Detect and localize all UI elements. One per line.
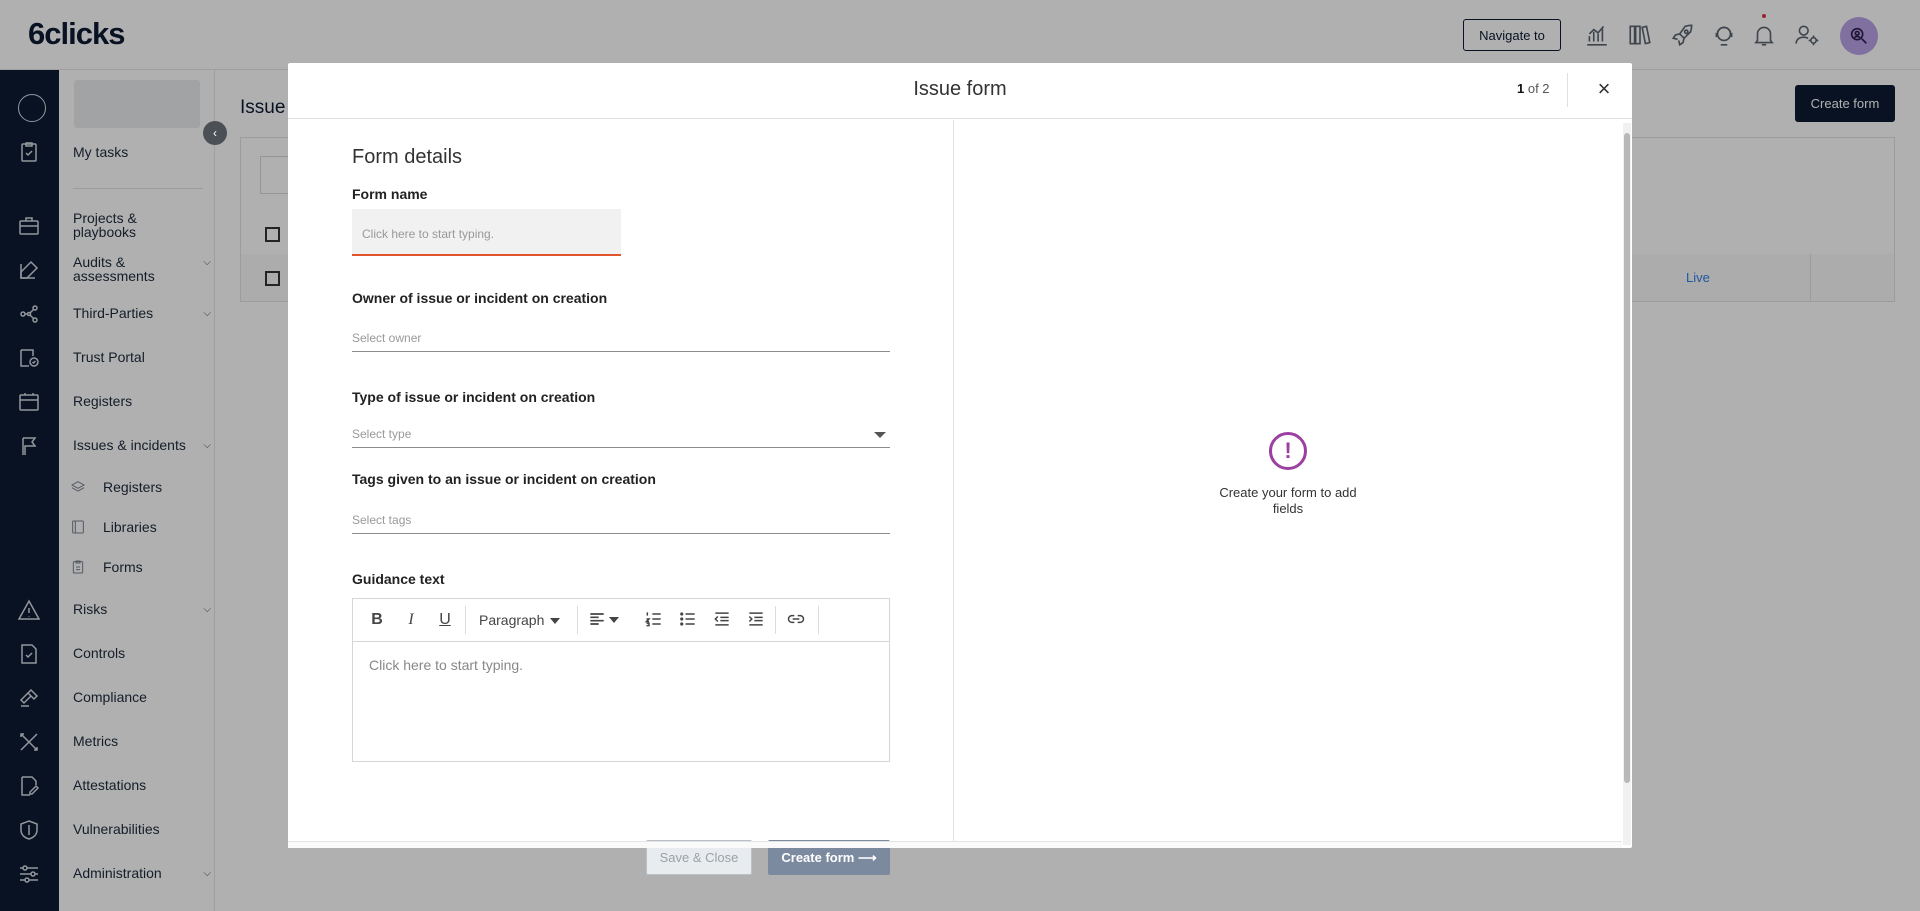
paragraph-style-label: Paragraph <box>479 612 545 628</box>
outdent-button[interactable] <box>711 609 733 631</box>
caret-down-icon <box>609 617 619 623</box>
bold-button[interactable]: B <box>367 609 387 631</box>
numbered-list-icon <box>644 612 661 627</box>
form-preview-pane: ! Create your form to add fields <box>955 120 1622 841</box>
create-form-label: Create form <box>781 849 855 865</box>
toolbar-divider <box>775 606 776 634</box>
toolbar-divider <box>465 606 466 634</box>
owner-select[interactable]: Select owner <box>352 326 890 352</box>
exclamation-icon: ! <box>1269 432 1307 470</box>
underline-button[interactable]: U <box>435 609 455 631</box>
caret-down-icon <box>550 618 561 625</box>
bullet-list-button[interactable] <box>677 609 699 631</box>
guidance-label: Guidance text <box>352 571 445 587</box>
bullet-list-icon <box>680 612 695 626</box>
tags-label: Tags given to an issue or incident on cr… <box>352 471 656 487</box>
sidebar-collapse-button[interactable]: ‹ <box>203 121 227 145</box>
type-select[interactable]: Select type <box>352 422 890 448</box>
italic-button[interactable]: I <box>401 609 421 631</box>
form-details-pane: Form details Form name Click here to sta… <box>288 120 954 875</box>
align-left-icon <box>590 613 604 625</box>
indent-button[interactable] <box>745 609 767 631</box>
link-button[interactable] <box>785 609 807 631</box>
empty-state-text: Create your form to add fields <box>1219 485 1357 516</box>
type-select-value: Select type <box>352 427 412 441</box>
form-name-label: Form name <box>352 186 428 202</box>
align-dropdown[interactable] <box>587 609 627 631</box>
numbered-list-button[interactable] <box>643 609 665 631</box>
modal-header: Issue form 1 of 2 × <box>288 63 1632 119</box>
section-title: Form details <box>352 146 463 168</box>
type-label: Type of issue or incident on creation <box>352 389 596 405</box>
step-total: of 2 <box>1524 81 1550 96</box>
modal-scrollbar[interactable] <box>1623 123 1631 845</box>
guidance-editor-input[interactable]: Click here to start typing. <box>369 657 523 673</box>
modal-bottom-bar <box>288 841 1622 848</box>
arrow-right-icon: ⟶ <box>857 849 877 865</box>
editor-toolbar: B I U Paragraph <box>353 599 889 642</box>
scrollbar-thumb[interactable] <box>1624 133 1630 783</box>
paragraph-style-dropdown[interactable]: Paragraph <box>479 609 569 631</box>
header-divider <box>1567 73 1568 107</box>
modal-title: Issue form <box>913 78 1007 100</box>
issue-form-modal: Issue form 1 of 2 × Form details Form na… <box>288 63 1632 875</box>
guidance-editor: B I U Paragraph Click here to start typi… <box>352 598 890 762</box>
indent-icon <box>748 612 763 626</box>
tags-select[interactable]: Select tags <box>352 508 890 534</box>
form-name-input[interactable]: Click here to start typing. <box>352 209 621 256</box>
close-icon[interactable]: × <box>1594 78 1614 100</box>
outdent-icon <box>714 612 729 626</box>
toolbar-divider <box>818 606 819 634</box>
owner-label: Owner of issue or incident on creation <box>352 290 608 306</box>
step-indicator: 1 of 2 <box>1517 81 1550 96</box>
link-icon <box>787 614 805 624</box>
caret-down-icon <box>874 432 886 438</box>
toolbar-divider <box>577 606 578 634</box>
